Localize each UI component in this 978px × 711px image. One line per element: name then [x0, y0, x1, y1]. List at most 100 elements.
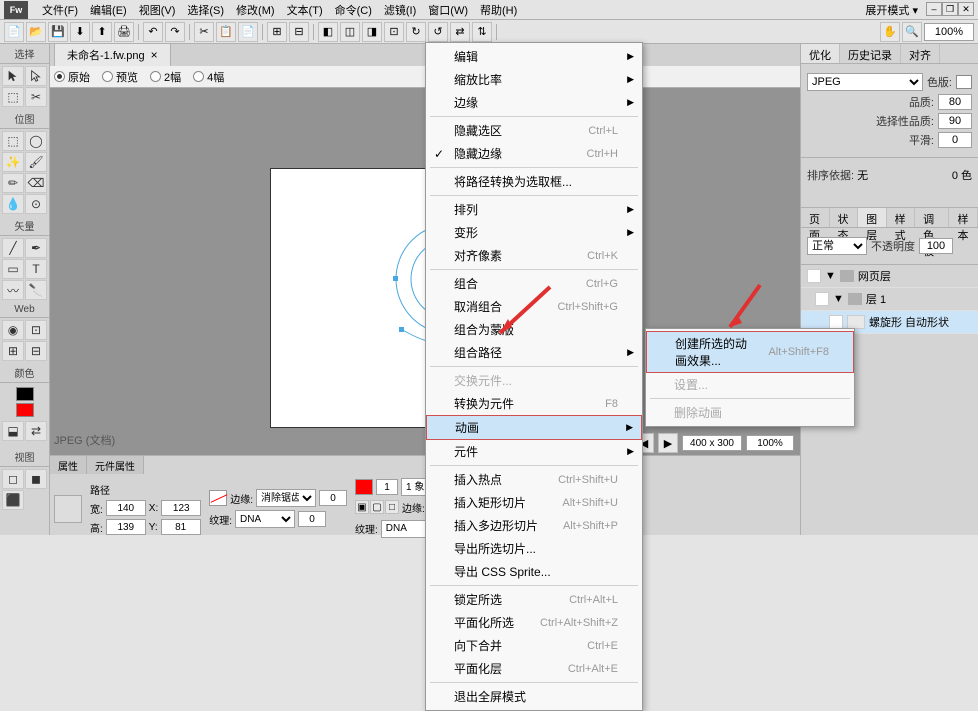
export-button[interactable]: ⬆: [92, 22, 112, 42]
rotate-cw-button[interactable]: ↻: [406, 22, 426, 42]
fill-color-picker[interactable]: [209, 490, 227, 506]
tab-close-button[interactable]: ×: [151, 48, 158, 62]
marquee-tool[interactable]: ⬚: [2, 131, 24, 151]
fullscreen-button[interactable]: ⬛: [2, 490, 24, 510]
cm-transform[interactable]: 变形▶: [426, 221, 642, 244]
x-input[interactable]: [161, 500, 201, 516]
align-tab[interactable]: 对齐: [901, 44, 940, 63]
stroke-width-input[interactable]: [376, 479, 398, 495]
new-file-button[interactable]: 📄: [4, 22, 24, 42]
y-input[interactable]: [161, 519, 201, 535]
cm-export-css-sprite[interactable]: 导出 CSS Sprite...: [426, 560, 642, 583]
cm-export-selected[interactable]: 导出所选切片...: [426, 537, 642, 560]
wand-tool[interactable]: ✨: [2, 152, 24, 172]
swatches-tab[interactable]: 调色板: [915, 208, 949, 227]
document-tab[interactable]: 未命名-1.fw.png ×: [54, 43, 171, 66]
fill-color-swatch[interactable]: [16, 403, 34, 417]
copy-button[interactable]: 📋: [216, 22, 236, 42]
standard-view-button[interactable]: ◻: [2, 469, 24, 489]
cm-edges[interactable]: 边缘▶: [426, 91, 642, 114]
menu-command[interactable]: 命令(C): [329, 0, 378, 20]
save-button[interactable]: 💾: [48, 22, 68, 42]
cm-path-to-marquee[interactable]: 将路径转换为选取框...: [426, 170, 642, 193]
fullscreen-menu-button[interactable]: ◼: [25, 469, 47, 489]
flip-v-button[interactable]: ⇅: [472, 22, 492, 42]
visibility-icon[interactable]: [807, 269, 821, 283]
cm-flatten-layers[interactable]: 平面化层Ctrl+Alt+E: [426, 657, 642, 680]
pencil-tool[interactable]: ✏: [2, 173, 24, 193]
cm-edit[interactable]: 编辑▶: [426, 45, 642, 68]
stroke-placement-center[interactable]: ▢: [370, 500, 384, 514]
height-input[interactable]: [106, 519, 146, 535]
preview-view-option[interactable]: 预览: [102, 69, 138, 85]
pages-tab[interactable]: 页面: [801, 208, 830, 227]
rect-tool[interactable]: ▭: [2, 259, 24, 279]
knife-tool[interactable]: 🔪: [25, 280, 47, 300]
print-button[interactable]: 🖨: [114, 22, 134, 42]
import-button[interactable]: ⬇: [70, 22, 90, 42]
states-tab[interactable]: 状态: [830, 208, 859, 227]
scale-tool[interactable]: ⬚: [2, 87, 24, 107]
cm-exit-fullscreen[interactable]: 退出全屏模式: [426, 685, 642, 708]
two-up-option[interactable]: 2幅: [150, 69, 181, 85]
cm-insert-hotspot[interactable]: 插入热点Ctrl+Shift+U: [426, 468, 642, 491]
opacity-input[interactable]: [919, 238, 953, 254]
brush-tool[interactable]: 🖌: [25, 152, 47, 172]
fill-texture-select[interactable]: DNA: [235, 510, 295, 528]
align-center-button[interactable]: ◫: [340, 22, 360, 42]
stamp-tool[interactable]: ⊙: [25, 194, 47, 214]
flip-h-button[interactable]: ⇄: [450, 22, 470, 42]
layer-row[interactable]: ▼ 层 1: [801, 288, 978, 311]
zoom-input[interactable]: [924, 23, 974, 41]
optimize-tab[interactable]: 优化: [801, 44, 840, 63]
cm-flatten-selection[interactable]: 平面化所选Ctrl+Alt+Shift+Z: [426, 611, 642, 634]
menu-select[interactable]: 选择(S): [181, 0, 230, 20]
expand-icon[interactable]: ▼: [825, 270, 836, 282]
menu-text[interactable]: 文本(T): [281, 0, 329, 20]
menu-window[interactable]: 窗口(W): [422, 0, 474, 20]
cut-button[interactable]: ✂: [194, 22, 214, 42]
stroke-placement-outside[interactable]: □: [385, 500, 399, 514]
open-file-button[interactable]: 📂: [26, 22, 46, 42]
styles-tab[interactable]: 样式: [887, 208, 916, 227]
stroke-color-swatch[interactable]: [16, 387, 34, 401]
cm-hide-edges[interactable]: ✓隐藏边缘Ctrl+H: [426, 142, 642, 165]
eraser-tool[interactable]: ⌫: [25, 173, 47, 193]
align-left-button[interactable]: ◧: [318, 22, 338, 42]
cm-snap-to-pixel[interactable]: 对齐像素Ctrl+K: [426, 244, 642, 267]
undo-button[interactable]: ↶: [143, 22, 163, 42]
quality-input[interactable]: [938, 94, 972, 110]
subselection-tool[interactable]: [25, 66, 47, 86]
hotspot-tool[interactable]: ◉: [2, 320, 24, 340]
original-view-option[interactable]: 原始: [54, 69, 90, 85]
cm-insert-rect-slice[interactable]: 插入矩形切片Alt+Shift+U: [426, 491, 642, 514]
slice-tool[interactable]: ⊡: [25, 320, 47, 340]
layers-tab[interactable]: 图层: [858, 208, 887, 227]
cm-merge-down[interactable]: 向下合并Ctrl+E: [426, 634, 642, 657]
history-tab[interactable]: 历史记录: [840, 44, 901, 63]
freeform-tool[interactable]: 〰: [2, 280, 24, 300]
menu-view[interactable]: 视图(V): [133, 0, 182, 20]
menu-modify[interactable]: 修改(M): [230, 0, 281, 20]
close-button[interactable]: ✕: [958, 2, 974, 16]
cm-arrange[interactable]: 排列▶: [426, 198, 642, 221]
cm-symbol[interactable]: 元件▶: [426, 440, 642, 463]
stroke-placement-inside[interactable]: ▣: [355, 500, 369, 514]
cm-animation[interactable]: 动画▶: [426, 415, 642, 440]
matte-color-swatch[interactable]: [956, 75, 972, 89]
cm-hide-selection[interactable]: 隐藏选区Ctrl+L: [426, 119, 642, 142]
menu-filter[interactable]: 滤镜(I): [378, 0, 422, 20]
visibility-icon[interactable]: [815, 292, 829, 306]
canvas-zoom-display[interactable]: [746, 435, 794, 451]
restore-button[interactable]: ❐: [942, 2, 958, 16]
pointer-tool[interactable]: [2, 66, 24, 86]
hand-tool-button[interactable]: ✋: [880, 22, 900, 42]
crop-tool[interactable]: ✂: [25, 87, 47, 107]
swap-colors-button[interactable]: ⇄: [25, 421, 47, 441]
selective-quality-input[interactable]: [938, 113, 972, 129]
minimize-button[interactable]: –: [926, 2, 942, 16]
menu-file[interactable]: 文件(F): [36, 0, 84, 20]
cm-convert-to-symbol[interactable]: 转换为元件F8: [426, 392, 642, 415]
redo-button[interactable]: ↷: [165, 22, 185, 42]
stroke-color-picker[interactable]: [355, 479, 373, 495]
